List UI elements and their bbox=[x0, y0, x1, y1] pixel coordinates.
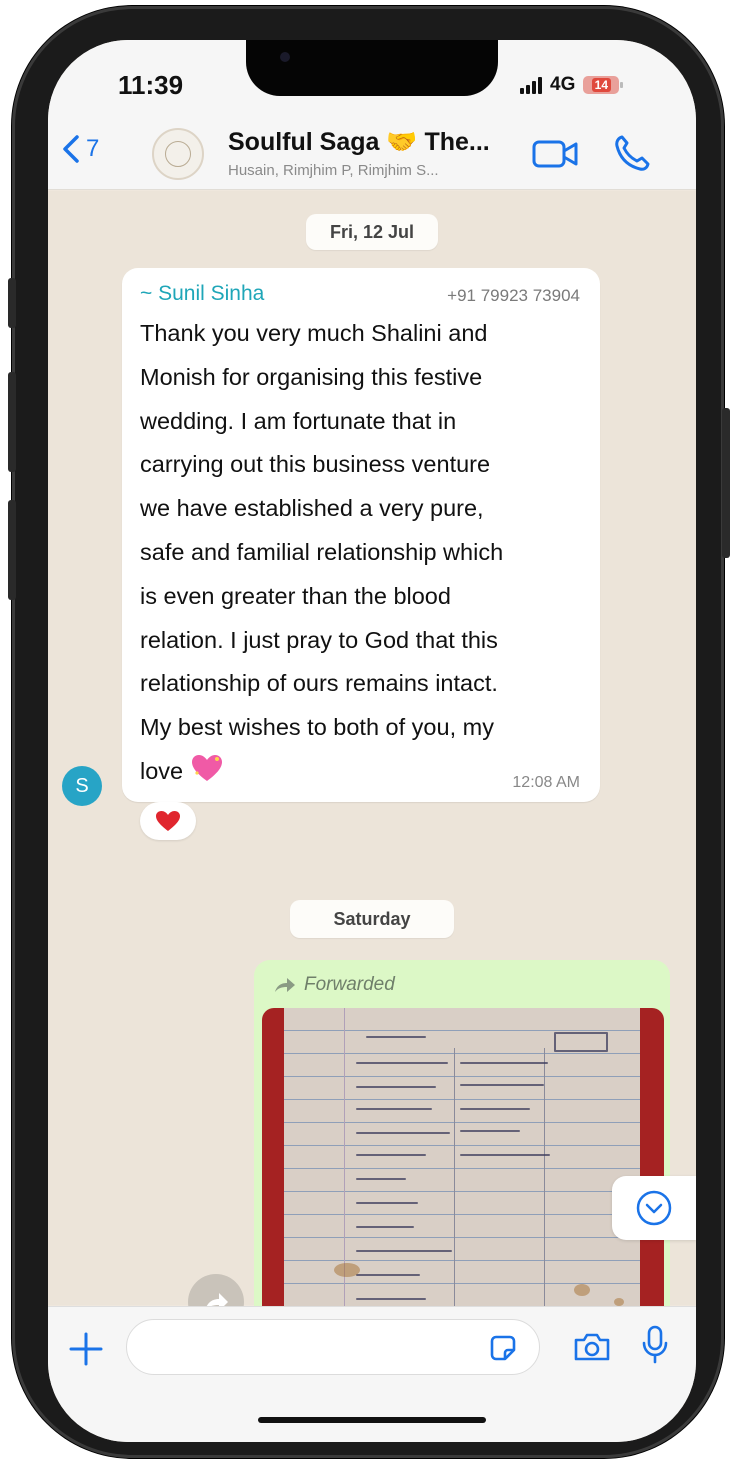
plus-icon[interactable] bbox=[68, 1331, 104, 1367]
group-logo-icon bbox=[165, 141, 191, 167]
group-avatar[interactable] bbox=[152, 128, 204, 180]
mute-switch bbox=[8, 278, 16, 328]
sender-name[interactable]: ~ Sunil Sinha bbox=[140, 282, 264, 306]
date-separator: Saturday bbox=[290, 900, 454, 938]
group-name: Soulful Saga bbox=[228, 128, 380, 156]
message-line: relationship of ours remains intact. bbox=[140, 670, 498, 697]
reaction-badge[interactable] bbox=[140, 802, 196, 840]
forwarded-label: Forwarded bbox=[304, 974, 395, 995]
message-line: wedding. I am fortunate that in bbox=[140, 407, 457, 434]
volume-up-button bbox=[8, 372, 16, 472]
notch bbox=[246, 40, 498, 96]
unread-count: 7 bbox=[86, 135, 100, 162]
message-line: love bbox=[140, 757, 184, 784]
message-line: Thank you very much Shalini and bbox=[140, 320, 488, 346]
handshake-icon: 🤝 bbox=[386, 128, 418, 156]
heart-icon bbox=[156, 811, 180, 831]
message-line: relation. I just pray to God that this bbox=[140, 626, 498, 653]
chevron-left-icon bbox=[63, 135, 79, 163]
incoming-message[interactable]: ~ Sunil Sinha +91 79923 73904 Thank you … bbox=[122, 268, 600, 802]
front-camera bbox=[280, 52, 290, 62]
camera-icon[interactable] bbox=[572, 1331, 612, 1363]
phone-screen: 11:39 4G 14 7 Soulful Saga 🤝 The... Husa… bbox=[48, 40, 696, 1442]
mic-icon[interactable] bbox=[640, 1325, 670, 1365]
status-time: 11:39 bbox=[118, 70, 184, 100]
scroll-to-bottom-button[interactable] bbox=[612, 1176, 696, 1240]
message-time: 12:08 AM bbox=[512, 774, 580, 791]
sender-phone: +91 79923 73904 bbox=[447, 286, 580, 305]
group-members[interactable]: Husain, Rimjhim P, Rimjhim S... bbox=[228, 162, 439, 179]
sparkling-heart-icon bbox=[191, 754, 222, 781]
battery-level: 14 bbox=[591, 78, 612, 92]
message-input[interactable] bbox=[126, 1319, 540, 1375]
message-line: is even greater than the blood bbox=[140, 582, 451, 609]
message-text: Thank you very much Shalini and Monish f… bbox=[140, 312, 590, 794]
group-title[interactable]: Soulful Saga 🤝 The... bbox=[228, 128, 490, 157]
message-line: Monish for organising this festive bbox=[140, 363, 483, 390]
sticker-icon[interactable] bbox=[488, 1333, 518, 1363]
volume-down-button bbox=[8, 500, 16, 600]
message-line: My best wishes to both of you, my bbox=[140, 714, 494, 741]
power-button bbox=[722, 408, 730, 558]
message-line: safe and familial relationship which bbox=[140, 538, 504, 565]
message-line: carrying out this business venture bbox=[140, 451, 491, 478]
group-name-suffix: The... bbox=[424, 128, 490, 156]
home-indicator[interactable] bbox=[258, 1417, 486, 1423]
date-separator: Fri, 12 Jul bbox=[306, 214, 438, 250]
message-line: we have established a very pure, bbox=[140, 495, 484, 522]
chevron-down-icon bbox=[636, 1190, 672, 1226]
battery-icon: 14 bbox=[583, 76, 624, 94]
signal-icon bbox=[520, 76, 542, 94]
forwarded-indicator: Forwarded bbox=[274, 974, 395, 996]
message-input-bar bbox=[48, 1306, 696, 1442]
voice-call-icon[interactable] bbox=[614, 134, 650, 172]
notebook-page bbox=[284, 1008, 640, 1318]
back-button[interactable]: 7 bbox=[62, 134, 99, 164]
forwarded-photo[interactable] bbox=[262, 1008, 664, 1318]
network-type: 4G bbox=[550, 74, 576, 95]
video-call-icon[interactable] bbox=[532, 138, 578, 170]
status-indicators: 4G 14 bbox=[520, 74, 624, 96]
forward-arrow-icon bbox=[275, 978, 295, 992]
outgoing-message[interactable]: Forwarded bbox=[254, 960, 670, 1320]
sender-avatar[interactable]: S bbox=[62, 766, 102, 806]
